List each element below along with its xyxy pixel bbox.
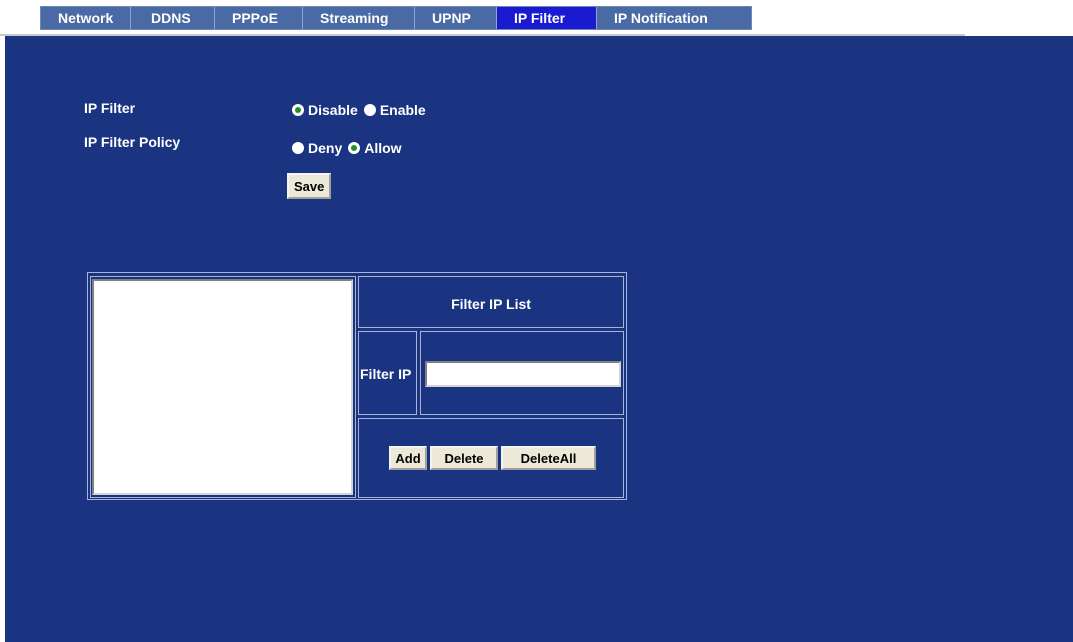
filter-ip-list-title: Filter IP List (451, 296, 531, 312)
ip-filter-enable-label[interactable]: Enable (380, 102, 426, 118)
ip-filter-disable-radio[interactable] (292, 104, 304, 116)
policy-allow-radio[interactable] (348, 142, 361, 154)
delete-all-button[interactable]: DeleteAll (501, 446, 596, 470)
save-button[interactable]: Save (287, 173, 332, 199)
filter-ip-action-buttons: Add Delete DeleteAll (389, 446, 596, 470)
ip-filter-radio-group: Disable Enable (292, 102, 432, 118)
delete-button[interactable]: Delete (430, 446, 498, 470)
ip-filter-policy-radio-group: Deny Allow (292, 140, 408, 156)
tab-pppoe[interactable]: PPPoE (215, 7, 303, 29)
ip-filter-policy-label: IP Filter Policy (84, 134, 181, 150)
tab-bar: Network DDNS PPPoE Streaming UPNP IP Fil… (40, 6, 752, 30)
filter-ip-label: Filter IP (360, 366, 412, 382)
tab-network[interactable]: Network (41, 7, 131, 29)
tab-ip-filter[interactable]: IP Filter (497, 7, 597, 29)
filter-ip-input[interactable] (425, 361, 621, 387)
policy-deny-radio[interactable] (292, 142, 304, 154)
ip-filter-disable-label[interactable]: Disable (308, 102, 358, 118)
ip-filter-enable-radio[interactable] (363, 104, 376, 116)
filter-ip-listbox[interactable] (92, 279, 353, 495)
tab-ddns[interactable]: DDNS (131, 7, 215, 29)
ip-filter-label: IP Filter (84, 100, 136, 116)
add-button[interactable]: Add (389, 446, 427, 470)
policy-allow-label[interactable]: Allow (364, 140, 401, 156)
policy-deny-label[interactable]: Deny (308, 140, 342, 156)
tab-ip-notification[interactable]: IP Notification (597, 7, 751, 29)
tab-upnp[interactable]: UPNP (415, 7, 497, 29)
tab-streaming[interactable]: Streaming (303, 7, 415, 29)
